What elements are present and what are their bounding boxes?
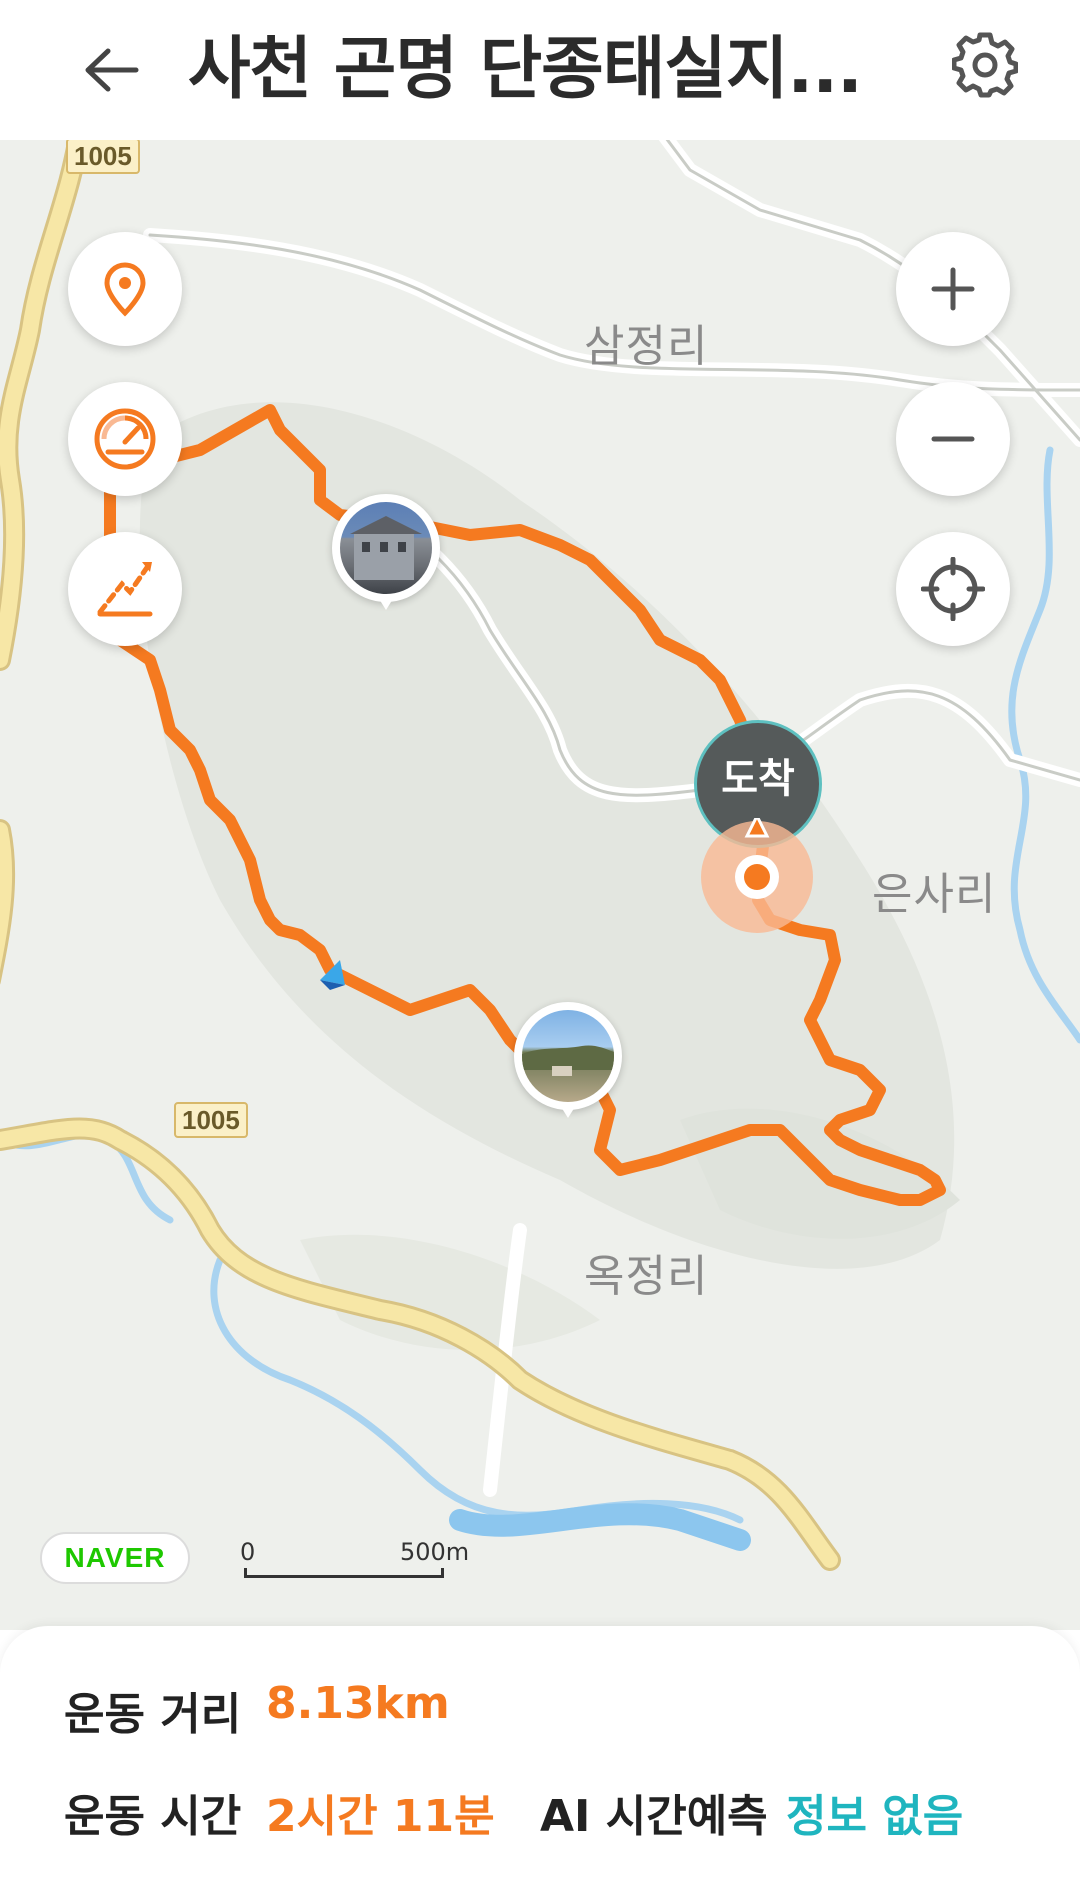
photo-pin-landscape[interactable] bbox=[514, 1002, 622, 1122]
ai-time-value: 정보 없음 bbox=[786, 1791, 964, 1842]
distance-label: 운동 거리 bbox=[64, 1689, 242, 1740]
distance-value: 8.13km bbox=[266, 1678, 450, 1729]
map-scale: 0 500m bbox=[240, 1538, 480, 1582]
photo-thumbnail-icon bbox=[350, 516, 422, 580]
photo-thumbnail-icon bbox=[522, 1045, 614, 1076]
crosshair-icon bbox=[921, 557, 985, 621]
ai-time-label: AI 시간예측 bbox=[540, 1791, 768, 1842]
arrival-label: 도착 bbox=[721, 756, 795, 802]
photo-pin-building[interactable] bbox=[332, 494, 440, 614]
zoom-out-button[interactable] bbox=[896, 382, 1010, 496]
gear-icon bbox=[952, 32, 1018, 98]
naver-logo: NAVER bbox=[40, 1532, 190, 1584]
scale-start: 0 bbox=[240, 1538, 256, 1566]
scale-end: 500m bbox=[400, 1538, 470, 1566]
time-value: 2시간 11분 bbox=[266, 1791, 495, 1842]
plus-icon bbox=[931, 267, 975, 311]
zoom-in-button[interactable] bbox=[896, 232, 1010, 346]
map-view[interactable]: 삼정리 은사리 옥정리 1005 1005 도착 NAVER 0 500m bbox=[0, 140, 1080, 1630]
place-label-samjeong: 삼정리 bbox=[584, 321, 709, 372]
arrival-point-icon bbox=[701, 818, 813, 933]
scale-bar bbox=[244, 1568, 444, 1578]
current-location-button[interactable] bbox=[896, 532, 1010, 646]
location-pin-icon bbox=[104, 262, 146, 317]
location-pin-button[interactable] bbox=[68, 232, 182, 346]
road-sign-middle: 1005 bbox=[174, 1102, 248, 1138]
elevation-button[interactable] bbox=[68, 532, 182, 646]
app-header: 사천 곤명 단종태실지... bbox=[0, 0, 1080, 140]
speedometer-button[interactable] bbox=[68, 382, 182, 496]
time-label: 운동 시간 bbox=[64, 1791, 242, 1842]
page-title: 사천 곤명 단종태실지... bbox=[188, 30, 863, 109]
place-label-eunsa: 은사리 bbox=[872, 869, 997, 920]
speedometer-icon bbox=[94, 408, 156, 470]
back-button[interactable] bbox=[70, 30, 150, 110]
minus-icon bbox=[931, 436, 975, 442]
elevation-icon bbox=[97, 562, 153, 617]
settings-button[interactable] bbox=[944, 24, 1026, 106]
arrow-left-icon bbox=[85, 48, 139, 92]
stats-panel: 운동 거리 8.13km 운동 시간 2시간 11분 AI 시간예측 정보 없음 bbox=[0, 1626, 1080, 1904]
place-label-okjeong: 옥정리 bbox=[584, 1251, 709, 1302]
road-sign-top: 1005 bbox=[66, 140, 140, 174]
